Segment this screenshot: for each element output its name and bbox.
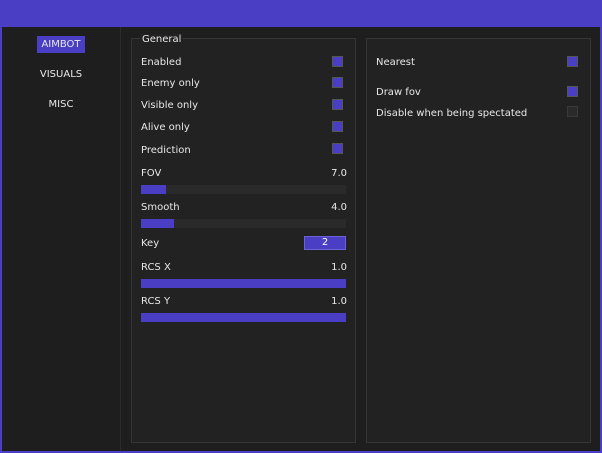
alive-only-label: Alive only [141,122,190,133]
key-bind-button[interactable]: 2 [304,236,346,250]
prediction-label: Prediction [141,145,191,156]
rcs-y-label: RCS Y [141,296,171,307]
tab-misc-label: MISC [48,99,74,110]
tab-visuals-label: VISUALS [39,69,83,80]
rcs-x-slider[interactable] [141,279,346,288]
enemy-only-label: Enemy only [141,78,200,89]
visible-only-label: Visible only [141,100,198,111]
fov-label: FOV [141,168,162,179]
smooth-slider[interactable] [141,219,346,228]
tab-visuals[interactable]: VISUALS [2,66,120,83]
visible-only-checkbox[interactable] [332,99,343,110]
sidebar: AIMBOT VISUALS MISC [2,27,121,451]
tab-aimbot[interactable]: AIMBOT [2,36,120,53]
enemy-only-checkbox[interactable] [332,77,343,88]
rcs-y-slider-fill [141,313,346,322]
key-label: Key [141,238,160,249]
smooth-slider-fill [141,219,174,228]
disable-spectated-checkbox[interactable] [567,106,578,117]
rcs-y-value: 1.0 [331,296,347,307]
rcs-x-value: 1.0 [331,262,347,273]
alive-only-checkbox[interactable] [332,121,343,132]
prediction-checkbox[interactable] [332,143,343,154]
options-panel: Nearest Draw fov Disable when being spec… [366,38,591,443]
smooth-label: Smooth [141,202,180,213]
nearest-checkbox[interactable] [567,56,578,67]
draw-fov-checkbox[interactable] [567,86,578,97]
fov-slider-fill [141,185,166,194]
nearest-label: Nearest [376,57,415,68]
rcs-x-label: RCS X [141,262,171,273]
general-legend: General [140,34,184,45]
enabled-checkbox[interactable] [332,56,343,67]
fov-value: 7.0 [331,168,347,179]
rcs-x-slider-fill [141,279,346,288]
general-panel: General Enabled Enemy only Visible only … [131,34,356,443]
disable-spectated-label: Disable when being spectated [376,108,528,119]
tab-misc[interactable]: MISC [2,96,120,113]
main-window: AIMBOT VISUALS MISC General Enabled Enem… [2,27,600,451]
draw-fov-label: Draw fov [376,87,421,98]
smooth-value: 4.0 [331,202,347,213]
enabled-label: Enabled [141,57,182,68]
rcs-y-slider[interactable] [141,313,346,322]
fov-slider[interactable] [141,185,346,194]
tab-aimbot-label: AIMBOT [37,36,85,53]
